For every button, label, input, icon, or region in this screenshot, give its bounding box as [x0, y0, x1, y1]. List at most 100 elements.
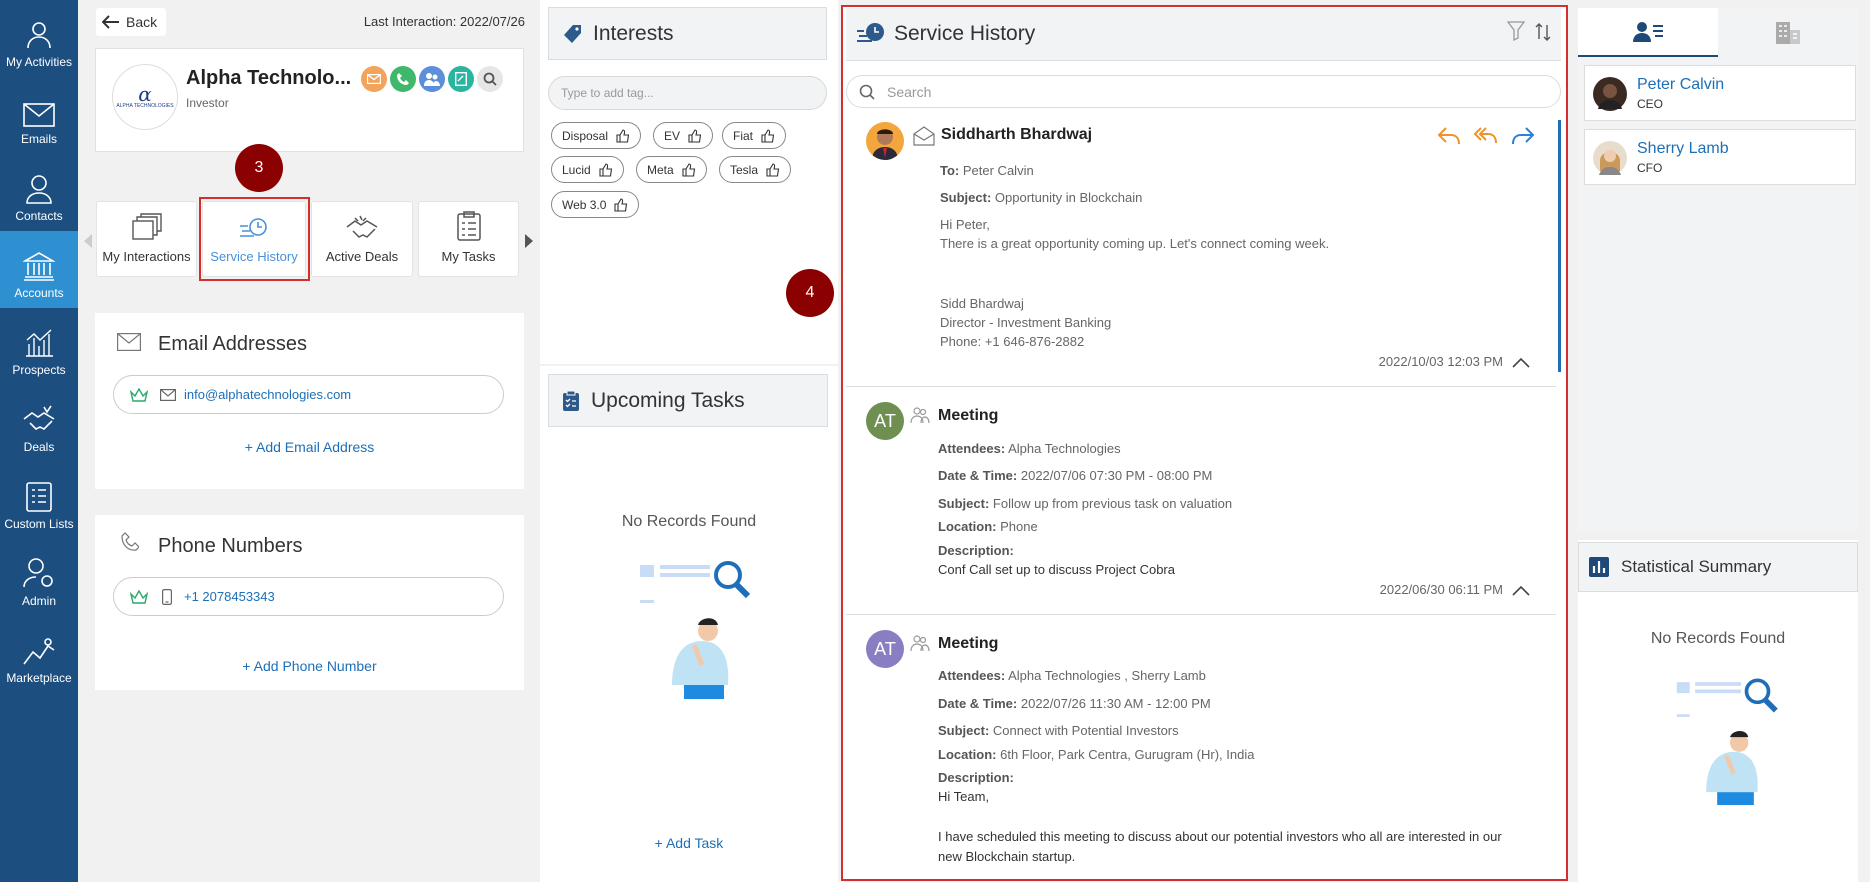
avatar [1593, 77, 1627, 111]
tab-my-interactions[interactable]: My Interactions [96, 201, 197, 277]
interactions-icon [131, 213, 162, 240]
envelope-icon [160, 388, 176, 401]
tag-label: Meta [647, 162, 674, 177]
alpha-glyph-icon: α [138, 82, 152, 106]
add-phone-link[interactable]: + Add Phone Number [95, 658, 524, 674]
contact-icon [26, 175, 52, 204]
back-button[interactable]: Back [96, 8, 166, 36]
interests-header: Interests [548, 7, 827, 60]
thumbs-up-icon [616, 128, 630, 143]
add-email-label: + Add Email Address [244, 439, 375, 455]
sidebar: My Activities Emails Contacts Accounts P… [0, 0, 78, 882]
tab-label: Active Deals [325, 249, 399, 264]
call-action-button[interactable] [390, 66, 416, 92]
contact-card[interactable]: Sherry Lamb CFO [1584, 129, 1856, 185]
tag-input[interactable]: Type to add tag... [548, 76, 827, 110]
nav-prospects[interactable]: Prospects [0, 308, 78, 385]
logo-text: ALPHA TECHNOLOGIES [116, 103, 174, 109]
highlight-box-service-tab [199, 197, 310, 281]
marketplace-icon [23, 638, 55, 665]
nav-my-activities[interactable]: My Activities [0, 0, 78, 77]
email-value: info@alphatechnologies.com [184, 387, 352, 402]
interest-tag[interactable]: Disposal [551, 122, 642, 149]
annotation-badge-3: 3 [235, 144, 283, 192]
add-email-link[interactable]: + Add Email Address [95, 439, 524, 455]
nav-label: Accounts [14, 286, 64, 300]
phone-section-title: Phone Numbers [158, 535, 303, 557]
interest-tag[interactable]: EV [653, 122, 714, 149]
tab-label: My Tasks [441, 249, 496, 264]
account-logo: α ALPHA TECHNOLOGIES [112, 64, 178, 130]
clipboard-check-icon [563, 390, 579, 411]
tag-label: Fiat [733, 128, 754, 143]
contact-card-icon [1633, 21, 1663, 42]
annotation-badge-4: 4 [786, 269, 834, 317]
bank-icon [23, 252, 55, 281]
person-icon [27, 22, 51, 49]
add-task-link[interactable]: + Add Task [540, 835, 838, 851]
contact-name: Sherry Lamb [1637, 140, 1729, 157]
account-name: Alpha Technolo... [186, 67, 352, 89]
nav-admin[interactable]: Admin [0, 539, 78, 616]
envelope-icon [23, 103, 55, 127]
contact-role: CEO [1637, 97, 1664, 111]
phone-value: +1 2078453343 [184, 589, 275, 604]
empty-state-illustration [1676, 678, 1778, 805]
tasks-header: Upcoming Tasks [548, 374, 828, 427]
interest-tag[interactable]: Lucid [551, 156, 624, 183]
nav-accounts[interactable]: Accounts [0, 231, 78, 308]
mobile-icon [162, 588, 172, 605]
account-card: α ALPHA TECHNOLOGIES Alpha Technolo... I… [95, 48, 524, 152]
nav-contacts[interactable]: Contacts [0, 154, 78, 231]
contact-role: CFO [1637, 161, 1663, 175]
interest-tag[interactable]: Fiat [722, 122, 787, 149]
tab-contacts-view[interactable] [1578, 8, 1718, 57]
last-interaction: Last Interaction: 2022/07/26 [363, 14, 525, 29]
contact-name: Peter Calvin [1637, 76, 1725, 93]
contact-card[interactable]: Peter Calvin CEO [1584, 65, 1856, 121]
nav-label: Deals [23, 440, 55, 454]
nav-label: Contacts [15, 209, 63, 223]
tag-input-placeholder: Type to add tag... [561, 86, 654, 100]
chart-icon [26, 329, 53, 357]
nav-label: Admin [21, 594, 56, 608]
phone-icon [121, 532, 139, 551]
email-field[interactable]: info@alphatechnologies.com [113, 375, 504, 414]
phone-field[interactable]: +1 2078453343 [113, 577, 504, 616]
back-label: Back [126, 14, 158, 30]
nav-label: Emails [20, 132, 57, 146]
tabs-next-arrow-icon[interactable] [524, 233, 534, 249]
email-section-title: Email Addresses [158, 333, 307, 355]
tabs-prev-arrow-icon[interactable] [83, 233, 93, 249]
nav-label: Custom Lists [4, 517, 74, 531]
thumbs-up-icon [761, 128, 775, 143]
nav-custom-lists[interactable]: Custom Lists [0, 462, 78, 539]
envelope-icon [117, 333, 141, 351]
interest-tag[interactable]: Web 3.0 [551, 191, 640, 218]
note-icon [455, 72, 467, 86]
note-action-button[interactable] [448, 66, 474, 92]
meeting-action-button[interactable] [419, 66, 445, 92]
thumbs-up-icon [766, 162, 780, 177]
thumbs-up-icon [599, 162, 612, 177]
building-icon [1776, 21, 1800, 44]
tag-label: Web 3.0 [562, 197, 607, 212]
tab-active-deals[interactable]: Active Deals [311, 201, 413, 277]
thumbs-up-icon [614, 197, 628, 212]
nav-emails[interactable]: Emails [0, 77, 78, 154]
tab-my-tasks[interactable]: My Tasks [418, 201, 519, 277]
email-action-button[interactable] [361, 66, 387, 92]
crown-icon [130, 387, 148, 402]
stats-header: Statistical Summary [1578, 542, 1858, 592]
stats-empty-text: No Records Found [1650, 630, 1786, 647]
interest-tag[interactable]: Tesla [719, 156, 792, 183]
interest-tag[interactable]: Meta [636, 156, 707, 183]
bar-chart-icon [1589, 557, 1609, 577]
stats-title: Statistical Summary [1621, 557, 1772, 576]
tab-company-view[interactable] [1718, 8, 1858, 57]
nav-label: My Activities [5, 55, 72, 69]
nav-deals[interactable]: Deals [0, 385, 78, 462]
search-action-button[interactable] [477, 66, 503, 92]
envelope-icon [367, 74, 381, 84]
nav-marketplace[interactable]: Marketplace [0, 616, 78, 693]
